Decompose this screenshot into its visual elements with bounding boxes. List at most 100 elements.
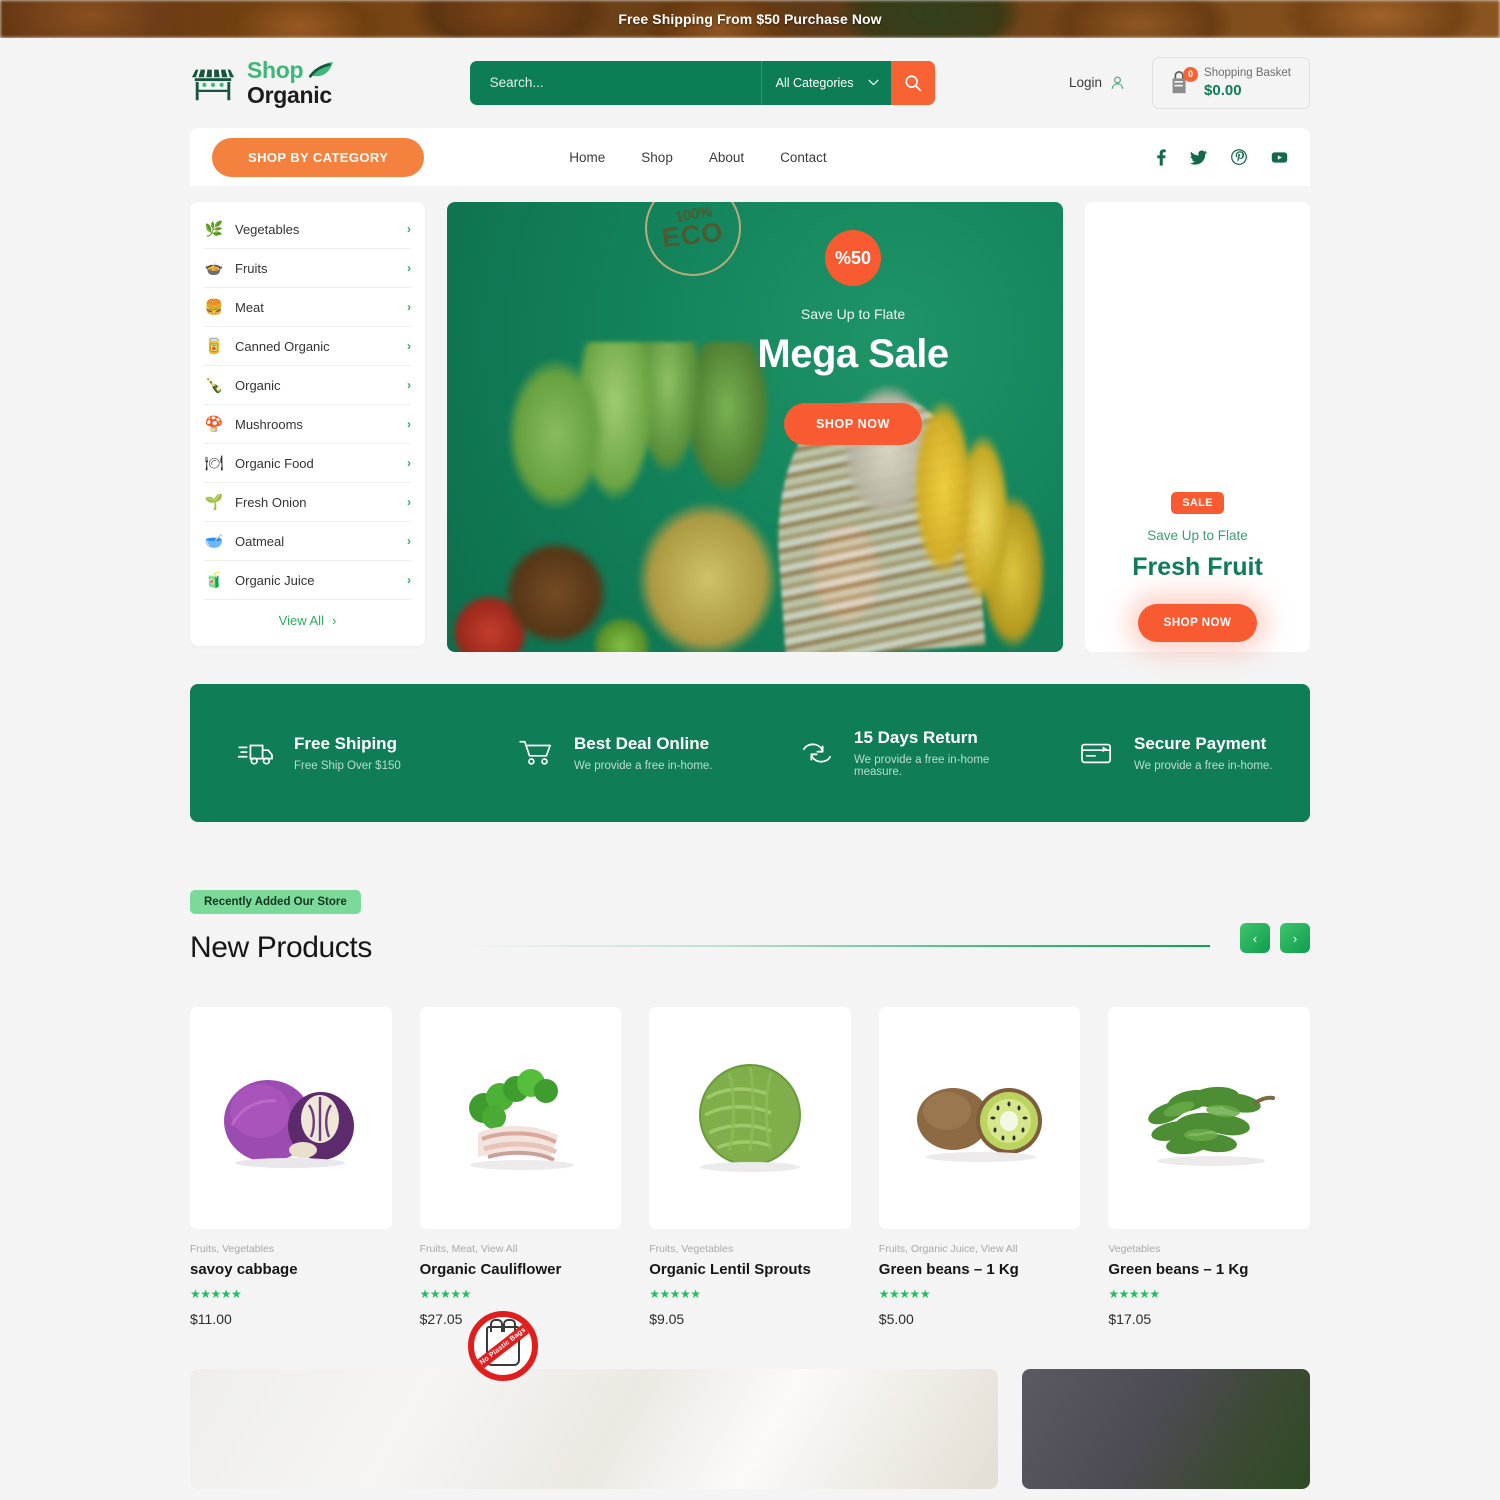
bottom-banner-left[interactable] bbox=[190, 1369, 998, 1489]
login-label: Login bbox=[1068, 75, 1103, 91]
search-input[interactable] bbox=[469, 60, 761, 105]
pinterest-icon[interactable] bbox=[1231, 149, 1247, 165]
card-icon bbox=[1078, 738, 1116, 768]
product-name: savoy cabbage bbox=[190, 1261, 298, 1278]
category-label: Fresh Onion bbox=[235, 494, 307, 510]
product-image bbox=[190, 1007, 392, 1229]
organic-cauliflower-image bbox=[468, 1069, 574, 1170]
view-all-categories[interactable]: View All › bbox=[190, 600, 425, 640]
basket-label: Shopping Basket bbox=[1204, 66, 1291, 79]
product-card[interactable]: Fruits, Organic Juice, View All Green be… bbox=[878, 1007, 1081, 1327]
organic-juice-icon: 🧃 bbox=[204, 572, 224, 589]
login-button[interactable]: Login bbox=[1069, 74, 1126, 91]
chevron-right-icon: › bbox=[407, 339, 411, 353]
chevron-right-icon: › bbox=[407, 417, 411, 431]
category-item-organic-juice[interactable]: 🧃 Organic Juice › bbox=[204, 561, 411, 600]
promo-card: SALE Save Up to Flate Fresh Fruit SHOP N… bbox=[1085, 202, 1310, 652]
category-label: Meat bbox=[235, 299, 264, 315]
facebook-icon[interactable] bbox=[1157, 148, 1166, 166]
category-item-organic-food[interactable]: 🍽 Organic Food › bbox=[204, 444, 411, 483]
nav-links: Home Shop About Contact bbox=[569, 150, 826, 165]
product-rating: ★★★★★ bbox=[878, 1287, 931, 1301]
chevron-right-icon: › bbox=[331, 612, 337, 628]
category-item-organic[interactable]: 🍾 Organic › bbox=[204, 366, 411, 405]
product-price: $9.05 bbox=[649, 1311, 685, 1327]
nav-item-shop[interactable]: Shop bbox=[641, 150, 673, 165]
category-label: Fruits bbox=[235, 260, 268, 276]
basket-count-badge: 0 bbox=[1183, 66, 1199, 82]
chevron-right-icon: › bbox=[407, 261, 411, 275]
shopping-basket-button[interactable]: 0 Shopping Basket $0.00 bbox=[1152, 56, 1310, 110]
announcement-bar: Free Shipping From $50 Purchase Now bbox=[0, 0, 1500, 38]
search-category-label: All Categories bbox=[775, 75, 854, 90]
header-actions: Login 0 Shopping Basket $0.00 bbox=[1069, 56, 1310, 110]
category-item-canned-organic[interactable]: 🥫 Canned Organic › bbox=[204, 327, 411, 366]
social-links bbox=[1157, 148, 1288, 166]
feature-desc: We provide a free in-home. bbox=[574, 760, 713, 772]
category-item-vegetables[interactable]: 🌿 Vegetables › bbox=[204, 210, 411, 249]
category-item-fruits[interactable]: 🍲 Fruits › bbox=[204, 249, 411, 288]
search-bar: All Categories bbox=[469, 60, 935, 105]
features-bar: Free Shiping Free Ship Over $150 Best De… bbox=[190, 684, 1310, 822]
nav-item-about[interactable]: About bbox=[709, 150, 744, 165]
twitter-icon[interactable] bbox=[1190, 149, 1207, 165]
organic-food-icon: 🍽 bbox=[204, 455, 224, 472]
product-categories: Fruits, Meat, View All bbox=[419, 1243, 518, 1255]
chevron-right-icon: › bbox=[407, 573, 411, 587]
product-name: Organic Cauliflower bbox=[419, 1261, 562, 1278]
category-item-fresh-onion[interactable]: 🌱 Fresh Onion › bbox=[204, 483, 411, 522]
feature-desc: We provide a free in-home. bbox=[1134, 760, 1273, 772]
vegetables-icon: 🌿 bbox=[204, 221, 224, 238]
chevron-right-icon: › bbox=[407, 222, 411, 236]
product-card[interactable]: Fruits, Vegetables Organic Lentil Sprout… bbox=[649, 1007, 851, 1327]
feature-free-shipping: Free Shiping Free Ship Over $150 bbox=[190, 734, 470, 772]
hero-shop-now-button[interactable]: SHOP NOW bbox=[783, 403, 923, 445]
feature-secure-payment: Secure Payment We provide a free in-home… bbox=[1030, 734, 1310, 772]
product-rating: ★★★★★ bbox=[190, 1287, 242, 1301]
leaf-icon bbox=[309, 62, 334, 79]
sale-badge: SALE bbox=[1171, 492, 1224, 514]
site-logo[interactable]: Shop Organic bbox=[190, 58, 335, 107]
search-category-select[interactable]: All Categories bbox=[760, 60, 891, 105]
view-all-label: View All bbox=[278, 612, 324, 628]
feature-title: 15 Days Return bbox=[854, 728, 978, 747]
product-rating: ★★★★★ bbox=[1108, 1287, 1160, 1301]
canned-organic-icon: 🥫 bbox=[204, 338, 224, 355]
nav-item-contact[interactable]: Contact bbox=[780, 150, 827, 165]
storefront-icon bbox=[191, 69, 235, 101]
product-categories: Fruits, Vegetables bbox=[649, 1243, 734, 1255]
promo-title: Fresh Fruit bbox=[1132, 553, 1263, 581]
discount-badge: %50 bbox=[825, 230, 881, 286]
savoy-cabbage-image bbox=[224, 1080, 355, 1168]
product-card[interactable]: Fruits, Vegetables savoy cabbage ★★★★★ $… bbox=[190, 1007, 392, 1327]
category-label: Mushrooms bbox=[235, 416, 303, 432]
feature-title: Best Deal Online bbox=[574, 734, 710, 753]
bottom-banner-right[interactable] bbox=[1022, 1369, 1310, 1489]
hero-title: Mega Sale bbox=[757, 332, 949, 376]
product-card[interactable]: Fruits, Meat, View All Organic Cauliflow… bbox=[419, 1007, 622, 1327]
basket-icon: 0 bbox=[1167, 66, 1199, 96]
category-item-oatmeal[interactable]: 🥣 Oatmeal › bbox=[204, 522, 411, 561]
chevron-right-icon: › bbox=[407, 495, 411, 509]
product-card[interactable]: Vegetables Green beans – 1 Kg ★★★★★ $17.… bbox=[1108, 1007, 1310, 1327]
youtube-icon[interactable] bbox=[1271, 151, 1288, 164]
carousel-prev-button[interactable]: ‹ bbox=[1240, 923, 1270, 953]
product-list: Fruits, Vegetables savoy cabbage ★★★★★ $… bbox=[190, 1007, 1310, 1327]
carousel-next-button[interactable]: › bbox=[1280, 923, 1310, 953]
promo-subtitle: Save Up to Flate bbox=[1147, 528, 1248, 543]
shop-by-category-button[interactable]: SHOP BY CATEGORY bbox=[212, 137, 425, 177]
product-name: Green beans – 1 Kg bbox=[878, 1261, 1019, 1278]
promo-shop-now-button[interactable]: SHOP NOW bbox=[1137, 604, 1258, 642]
product-rating: ★★★★★ bbox=[419, 1287, 472, 1301]
fruits-icon: 🍲 bbox=[204, 260, 224, 277]
new-products-section: Recently Added Our Store New Products ‹ … bbox=[190, 890, 1310, 1327]
section-pill: Recently Added Our Store bbox=[190, 890, 361, 914]
category-item-meat[interactable]: 🍔 Meat › bbox=[204, 288, 411, 327]
user-icon bbox=[1111, 76, 1124, 90]
hero-banner: 100% ECO %50 Save Up to Flate Mega Sale … bbox=[447, 202, 1063, 652]
search-icon bbox=[905, 75, 921, 92]
nav-item-home[interactable]: Home bbox=[569, 150, 605, 165]
product-image bbox=[1108, 1007, 1310, 1229]
category-item-mushrooms[interactable]: 🍄 Mushrooms › bbox=[204, 405, 411, 444]
search-button[interactable] bbox=[890, 60, 935, 105]
